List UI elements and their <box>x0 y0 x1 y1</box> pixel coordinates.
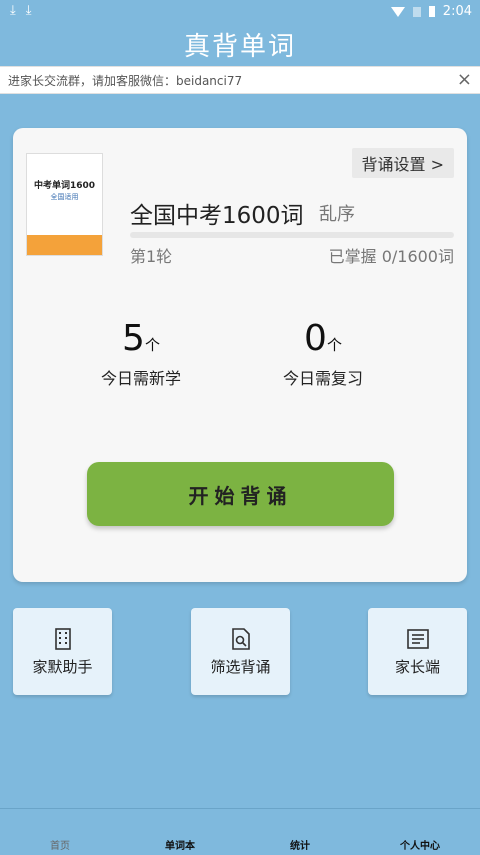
battery-icon <box>428 6 435 17</box>
nav-stats[interactable]: 统计 <box>240 837 360 852</box>
tile-filter[interactable]: 筛选背诵 <box>191 608 290 695</box>
stat-review-value: 0 <box>304 318 327 359</box>
study-card: 中考单词1600 全国适用 背诵设置 > 全国中考1600词 乱序 第1轮 已掌… <box>13 128 467 582</box>
building-icon <box>54 628 71 650</box>
tile-assistant[interactable]: 家默助手 <box>13 608 112 695</box>
stat-review-label: 今日需复习 <box>282 369 363 388</box>
bottom-nav: 首页 单词本 统计 个人中心 <box>0 808 480 855</box>
book-cover-title: 中考单词1600 <box>33 181 96 191</box>
settings-button[interactable]: 背诵设置 > <box>351 148 454 178</box>
tile-assistant-label: 家默助手 <box>32 658 93 676</box>
progress-bar <box>130 232 454 238</box>
document-search-icon <box>231 628 250 650</box>
tile-filter-label: 筛选背诵 <box>210 658 271 676</box>
notice-bar[interactable]: 进家长交流群，请加客服微信：beidanci77 × <box>0 66 480 94</box>
start-button[interactable]: 开始背诵 <box>87 462 394 526</box>
nav-home[interactable]: 首页 <box>0 837 120 852</box>
book-cover-band <box>27 235 102 255</box>
app-title: 真背单词 <box>183 32 296 62</box>
book-cover[interactable]: 中考单词1600 全国适用 <box>26 153 103 256</box>
stat-review-unit: 个 <box>326 336 342 354</box>
nav-wordbook[interactable]: 单词本 <box>120 837 240 852</box>
signal-icon <box>412 6 421 17</box>
status-bar: ⤓ ⤓ 2:04 <box>0 0 480 24</box>
book-cover-subtitle: 全国适用 <box>50 193 79 201</box>
download-icon: ⤓ <box>10 3 16 18</box>
stat-new-label: 今日需新学 <box>100 369 181 388</box>
stat-new-unit: 个 <box>144 336 160 354</box>
stat-new-value: 5 <box>122 318 145 359</box>
notice-text: 进家长交流群，请加客服微信：beidanci77 <box>8 73 243 88</box>
text-document-icon <box>406 629 429 649</box>
tile-parent[interactable]: 家长端 <box>368 608 467 695</box>
tile-parent-label: 家长端 <box>394 658 440 676</box>
nav-profile[interactable]: 个人中心 <box>360 837 480 852</box>
download-icon: ⤓ <box>25 3 32 18</box>
stat-new: 5个 今日需新学 <box>61 318 221 389</box>
book-name: 全国中考1600词 <box>130 203 304 229</box>
order-tag: 乱序 <box>319 204 355 225</box>
round-label: 第1轮 <box>130 247 173 266</box>
wifi-icon <box>390 6 405 17</box>
stat-review: 0个 今日需复习 <box>243 318 403 389</box>
status-time: 2:04 <box>442 4 472 19</box>
mastered-label: 已掌握 0/1600词 <box>328 247 454 266</box>
close-icon[interactable]: × <box>457 69 472 90</box>
